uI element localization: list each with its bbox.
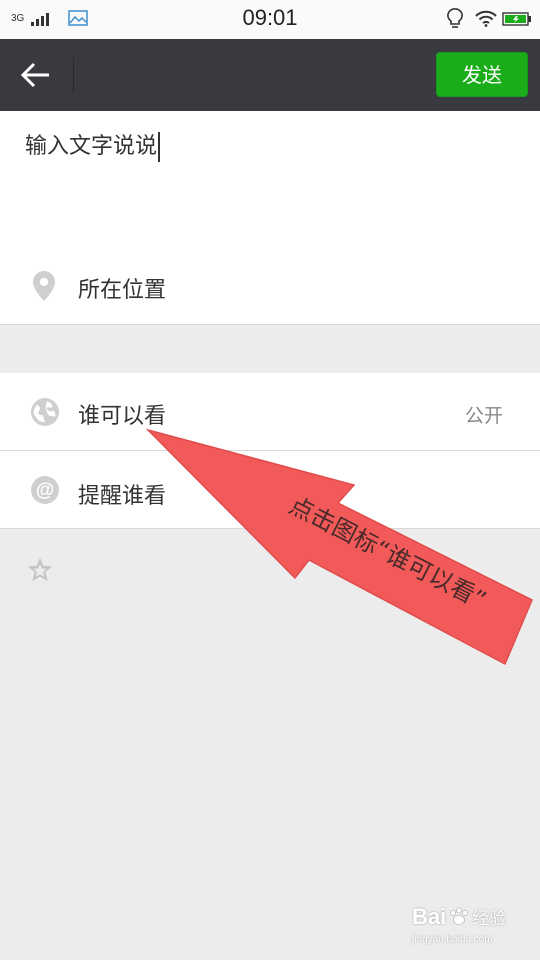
divider: [0, 528, 540, 529]
at-icon: @: [30, 475, 60, 509]
watermark: Bai 经验 jingyan.baidu.com: [412, 904, 506, 945]
location-pin-icon: [30, 270, 58, 306]
watermark-brand2: 经验: [472, 909, 507, 928]
paw-icon: [448, 907, 470, 932]
who-can-see-label: 谁可以看: [78, 404, 167, 429]
header-divider: [73, 57, 74, 93]
svg-text:@: @: [36, 480, 55, 501]
who-can-see-row[interactable]: 谁可以看 公开: [0, 373, 540, 450]
visibility-value: 公开: [464, 405, 503, 427]
location-label: 所在位置: [78, 278, 167, 303]
status-bar: 3G 09:01: [0, 0, 540, 39]
post-text: 输入文字说说: [25, 134, 158, 159]
back-arrow-icon[interactable]: [20, 61, 52, 93]
bulb-icon: [447, 8, 463, 34]
location-row[interactable]: 所在位置: [0, 240, 540, 324]
wifi-icon: [475, 10, 497, 31]
remind-who-row[interactable]: @ 提醒谁看: [0, 451, 540, 528]
send-button[interactable]: 发送: [436, 52, 528, 97]
remind-who-label: 提醒谁看: [78, 484, 167, 509]
star-icon[interactable]: [26, 556, 54, 588]
battery-icon: [502, 11, 532, 30]
globe-icon[interactable]: [30, 397, 60, 431]
text-caret: [158, 132, 161, 162]
watermark-url: jingyan.baidu.com: [412, 934, 493, 946]
post-text-input[interactable]: 输入文字说说: [25, 128, 161, 162]
top-bar: 发送: [0, 39, 540, 111]
divider: [0, 324, 540, 325]
watermark-brand: Bai: [412, 904, 447, 929]
